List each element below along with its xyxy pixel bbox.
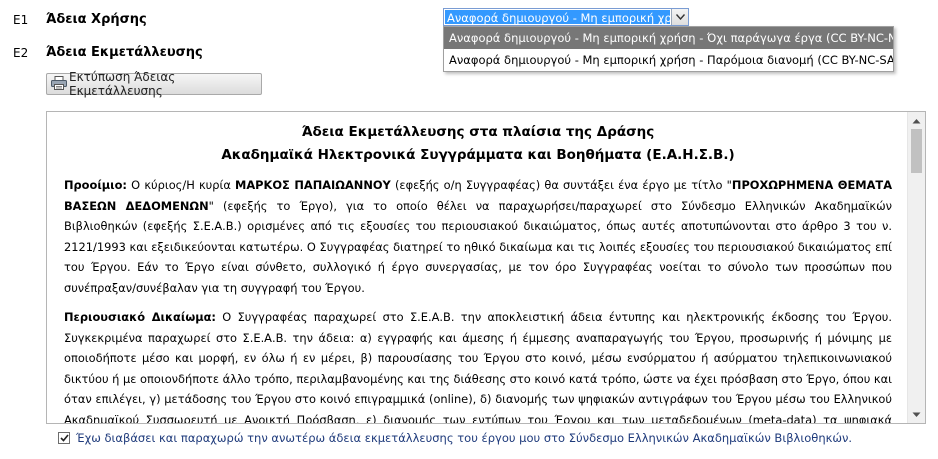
agreement-checkbox[interactable] <box>58 432 70 444</box>
license-option-by-nc-sa[interactable]: Αναφορά δημιουργού - Μη εμπορική χρήση -… <box>444 49 893 71</box>
author-name: ΜΑΡΚΟΣ ΠΑΠΑΙΩΑΝΝΟΥ <box>235 178 391 192</box>
prooimio-paragraph: Προοίμιο: Ο κύριος/Η κυρία ΜΑΡΚΟΣ ΠΑΠΑΙΩ… <box>64 175 892 298</box>
license-document: Άδεια Εκμετάλλευσης στα πλαίσια της Δράσ… <box>47 112 908 424</box>
document-subtitle: Ακαδημαϊκά Ηλεκτρονικά Συγγράμματα και Β… <box>221 147 735 163</box>
chevron-down-icon[interactable] <box>671 9 688 25</box>
scroll-down-arrow-icon[interactable] <box>908 406 925 423</box>
usage-license-title: Άδεια Χρήσης <box>46 12 147 27</box>
print-license-button[interactable]: Εκτύπωση Άδειας Εκμετάλλευσης <box>46 70 262 98</box>
license-document-frame[interactable]: Άδεια Εκμετάλλευσης στα πλαίσια της Δράσ… <box>46 111 926 424</box>
exploitation-license-title: Άδεια Εκμετάλλευσης <box>46 45 203 60</box>
property-right-text: Ο Συγγραφέας παραχωρεί στο Σ.Ε.Α.Β. την … <box>64 310 892 424</box>
document-scrollbar[interactable] <box>907 112 925 423</box>
row-code-e1: E1 <box>13 13 29 27</box>
prooimio-label: Προοίμιο: <box>64 178 127 192</box>
row-code-e2: E2 <box>13 46 29 60</box>
license-select-value: Αναφορά δημιουργού - Μη εμπορική χρή <box>445 10 670 24</box>
document-title: Άδεια Εκμετάλλευσης στα πλαίσια της Δράσ… <box>301 124 655 140</box>
prooimio-text-1: Ο κύριος/Η κυρία <box>126 178 236 192</box>
print-button-label: Εκτύπωση Άδειας Εκμετάλλευσης <box>69 70 176 98</box>
license-type-select[interactable]: Αναφορά δημιουργού - Μη εμπορική χρή <box>443 8 689 26</box>
property-right-label: Περιουσιακό Δικαίωμα: <box>64 310 216 324</box>
license-dropdown-list[interactable]: Αναφορά δημιουργού - Μη εμπορική χρήση -… <box>443 26 894 72</box>
scroll-up-arrow-icon[interactable] <box>908 112 925 129</box>
agreement-text: Έχω διαβάσει και παραχωρώ την ανωτέρω άδ… <box>76 431 853 445</box>
printer-icon <box>51 75 69 93</box>
prooimio-text-2: (εφεξής ο/η Συγγραφέας) θα συντάξει ένα … <box>390 178 732 192</box>
license-option-by-nc-nd[interactable]: Αναφορά δημιουργού - Μη εμπορική χρήση -… <box>444 27 893 49</box>
agreement-row[interactable]: Έχω διαβάσει και παραχωρώ την ανωτέρω άδ… <box>58 431 852 445</box>
property-right-paragraph: Περιουσιακό Δικαίωμα: Ο Συγγραφέας παραχ… <box>64 307 892 424</box>
scrollbar-thumb[interactable] <box>911 129 922 173</box>
